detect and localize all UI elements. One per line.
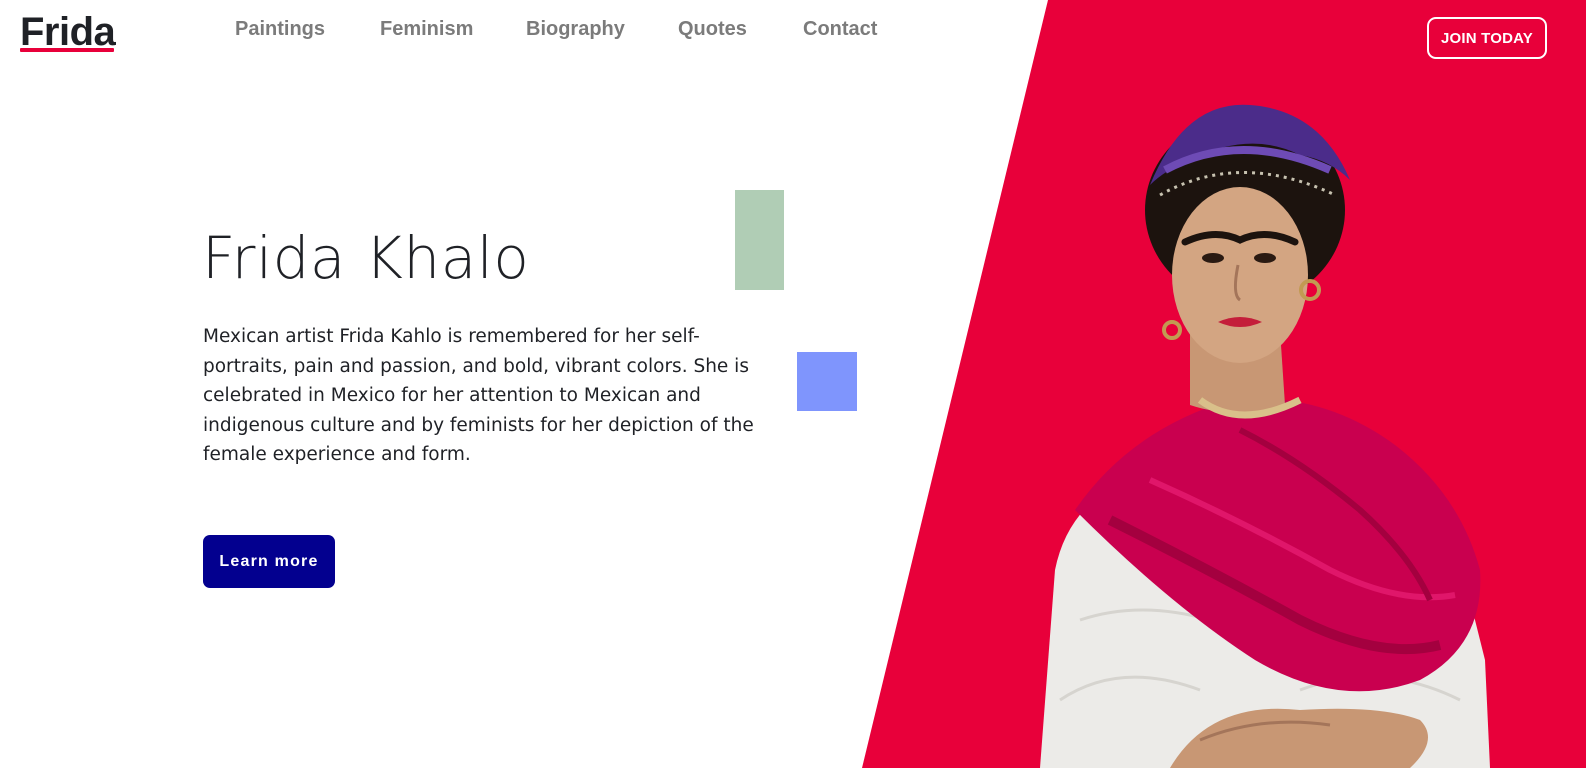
nav-link-paintings[interactable]: Paintings [235, 18, 325, 41]
learn-more-button[interactable]: Learn more [203, 535, 335, 588]
decorative-blue-square [797, 352, 857, 411]
nav-link-feminism[interactable]: Feminism [380, 18, 473, 41]
decorative-green-rectangle [735, 190, 784, 290]
hero-description: Mexican artist Frida Kahlo is remembered… [203, 326, 754, 466]
hero-title: Frida Khalo [202, 224, 530, 292]
main-nav: Paintings Feminism Biography Quotes Cont… [0, 18, 1000, 48]
nav-link-biography[interactable]: Biography [526, 18, 625, 41]
logo-underline [20, 48, 114, 52]
nav-link-contact[interactable]: Contact [803, 18, 877, 41]
nav-link-quotes[interactable]: Quotes [678, 18, 747, 41]
frida-portrait-image [1040, 104, 1490, 768]
join-today-button[interactable]: JOIN TODAY [1427, 17, 1547, 59]
landing-page: Frida Paintings Feminism Biography Quote… [0, 0, 1586, 768]
